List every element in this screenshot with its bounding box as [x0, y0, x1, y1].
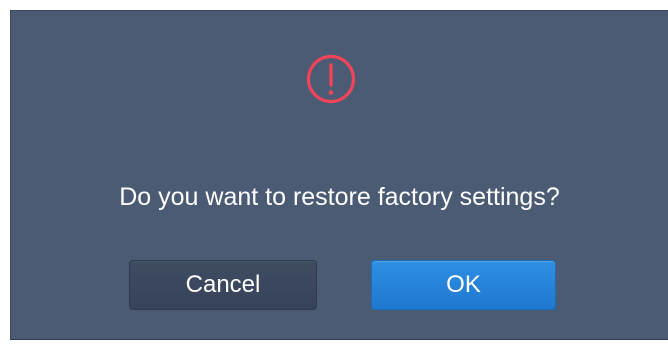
cancel-button[interactable]: Cancel — [129, 260, 317, 310]
ok-button-label: OK — [446, 271, 481, 298]
cancel-button-label: Cancel — [185, 271, 261, 298]
dialog-message: Do you want to restore factory settings? — [119, 183, 560, 211]
ok-button[interactable]: OK — [371, 260, 556, 310]
restore-factory-dialog: Do you want to restore factory settings?… — [10, 10, 668, 340]
warning-exclamation-icon — [306, 54, 356, 104]
